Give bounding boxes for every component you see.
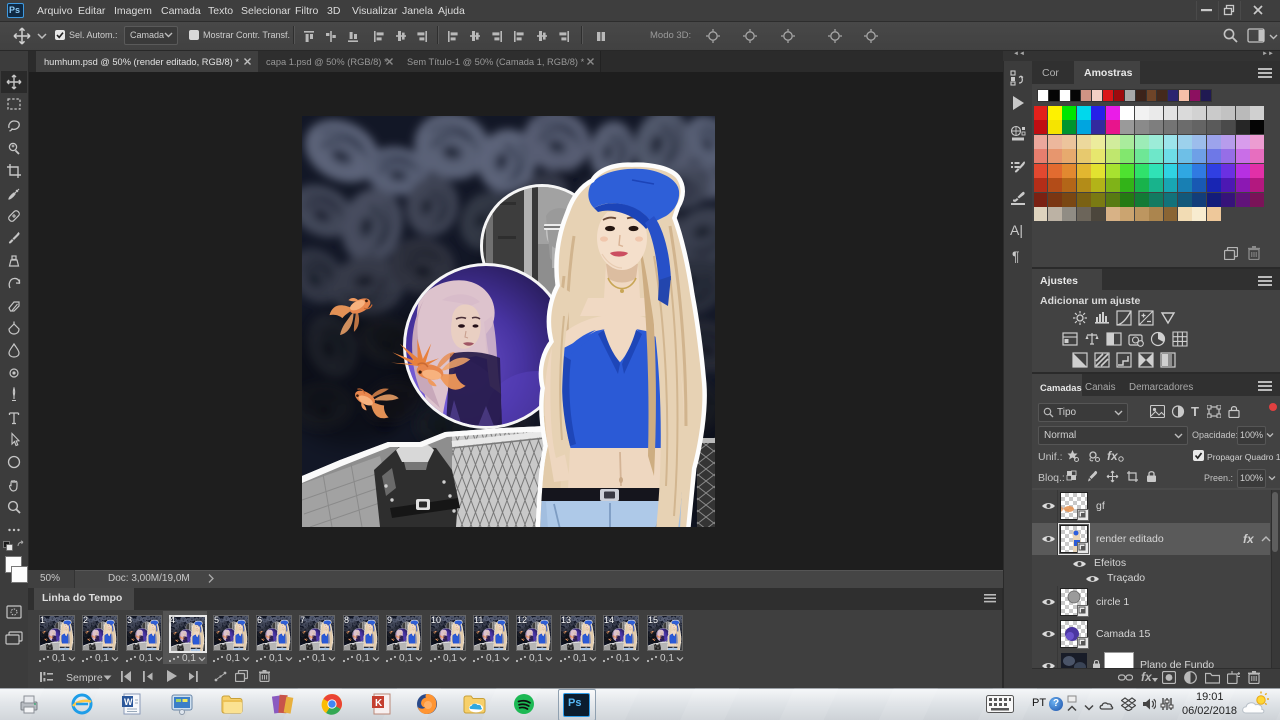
svg-text:W: W — [124, 697, 133, 707]
svg-text:K: K — [375, 698, 383, 709]
